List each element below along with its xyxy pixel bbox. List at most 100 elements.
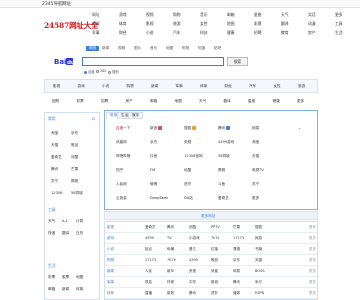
top-bar-url[interactable]: 2345导航 (42, 1, 62, 7)
nav-link[interactable]: 更多 (335, 12, 343, 18)
row-link[interactable]: ESPN (255, 291, 264, 295)
nav-link[interactable]: 小说 (146, 30, 154, 36)
row-link[interactable]: TV (167, 236, 172, 240)
sidebar-link[interactable]: 苏宁 (51, 179, 58, 184)
category-link[interactable]: 新闻 (151, 84, 158, 89)
category-link[interactable]: 彩票 (77, 99, 84, 104)
row-link[interactable]: 新华 (167, 269, 174, 274)
row-link[interactable]: 4399 (145, 236, 154, 240)
nav-link[interactable]: 旅游 (173, 21, 181, 27)
nav-link[interactable]: 汽车 (173, 30, 181, 36)
nav-link[interactable]: 房产 (308, 30, 316, 36)
row-link[interactable]: 凤凰 (211, 269, 218, 274)
row-link[interactable]: 晋江 (189, 247, 196, 252)
sidebar-link[interactable]: 爱奇艺 (51, 155, 62, 160)
nav-link[interactable]: 天气 (281, 12, 289, 18)
search-tab[interactable]: 地图 (166, 46, 173, 51)
row-link[interactable]: 直播 (145, 291, 152, 296)
nav-link[interactable]: 星座 (254, 12, 262, 18)
search-tab[interactable]: 视频 (118, 46, 125, 51)
row-more-link[interactable]: 更多 (309, 269, 316, 274)
row-link[interactable]: 铁血 (145, 280, 152, 285)
site-link[interactable]: 虎牙 (184, 182, 191, 187)
site-link[interactable]: 百度一下 (116, 126, 130, 131)
row-link[interactable]: 爱奇艺 (145, 225, 156, 230)
row-more-link[interactable]: 更多 (309, 291, 316, 296)
row-link[interactable]: 环球 (167, 280, 174, 285)
row-link[interactable]: 起点 (145, 247, 152, 252)
category-link[interactable]: 天气 (199, 99, 206, 104)
row-link[interactable]: 人民 (145, 269, 152, 274)
category-link[interactable]: 军事 (176, 84, 183, 89)
row-link[interactable]: 搜狐 (255, 225, 262, 230)
row-link[interactable]: PPTV (211, 225, 220, 229)
sidebar-link[interactable]: 优酷 (71, 155, 78, 160)
row-link[interactable]: 优酷 (189, 225, 196, 230)
top-bar-link[interactable]: 网址 (62, 1, 71, 7)
row-link[interactable]: 天猫 (255, 258, 262, 263)
site-link[interactable]: 搜狐 (184, 126, 197, 131)
sidebar-link[interactable]: 股票 (62, 275, 69, 280)
site-tab[interactable]: 娱乐 (128, 112, 144, 119)
row-link[interactable]: 4399 (189, 258, 198, 262)
sidebar-link[interactable]: 日历 (76, 231, 83, 236)
category-link[interactable]: 旅游 (298, 84, 305, 89)
category-link[interactable]: 翻译 (224, 99, 231, 104)
category-link[interactable]: 游戏 (78, 84, 85, 89)
row-link[interactable]: 7K7k (167, 258, 176, 262)
sidebar-link[interactable]: 翻译 (62, 231, 69, 236)
search-engine-radio[interactable]: 搜狗 (108, 69, 119, 74)
search-tab[interactable]: 购物 (182, 46, 189, 51)
search-tab[interactable]: 贴吧 (214, 46, 221, 51)
site-link[interactable]: 人民网 (116, 182, 127, 187)
row-link[interactable]: 米尔 (255, 280, 262, 285)
sidebar-link[interactable]: 新闻 (62, 287, 69, 292)
row-more-link[interactable]: 更多 (309, 225, 316, 230)
site-link[interactable]: 携程 (218, 168, 225, 173)
sidebar-link[interactable]: 体育 (76, 287, 83, 292)
site-link[interactable]: 网易 (252, 126, 259, 131)
site-link[interactable]: 斗鱼 (218, 182, 225, 187)
row-link[interactable]: 17173 (233, 236, 244, 240)
category-link[interactable]: 地图 (175, 99, 182, 104)
sidebar-link[interactable]: 快递 (48, 231, 55, 236)
sidebar-link[interactable]: 腾讯 (51, 167, 58, 172)
category-link[interactable]: 星座 (248, 99, 255, 104)
site-link[interactable]: 更多 (252, 196, 259, 201)
search-tab[interactable]: 新闻 (102, 46, 109, 51)
row-link[interactable]: 红袖 (211, 247, 218, 252)
row-more-link[interactable]: 更多 (309, 247, 316, 252)
row-link[interactable]: 新浪 (211, 280, 218, 285)
sidebar-link[interactable]: 58同城 (71, 191, 83, 196)
sidebar-link[interactable]: 芒果 (71, 167, 78, 172)
row-link[interactable]: BOSS (255, 269, 265, 273)
site-link[interactable]: 央视 (184, 140, 191, 145)
category-link[interactable]: 汽车 (249, 84, 256, 89)
site-link[interactable]: 哔哩哔哩 (116, 154, 130, 159)
row-link[interactable]: 潇湘 (233, 247, 240, 252)
nav-link[interactable]: 科技 (200, 30, 208, 36)
category-link[interactable]: 房产 (126, 99, 133, 104)
site-link[interactable]: 4399游戏 (218, 140, 234, 145)
site-link[interactable]: 天猫 (252, 154, 259, 159)
row-link[interactable]: 腾讯 (189, 291, 196, 296)
sidebar-link[interactable]: 天气 (48, 219, 55, 224)
site-logo[interactable]: 24587网址大全 (44, 20, 98, 31)
sidebar-link[interactable]: 天猫 (51, 143, 58, 148)
site-link[interactable]: 京东 (150, 140, 157, 145)
category-link[interactable]: 女性 (274, 84, 281, 89)
row-more-link[interactable]: 更多 (309, 236, 316, 241)
site-link[interactable]: 淘宝 (252, 140, 259, 145)
nav-link[interactable]: 工具 (335, 21, 343, 27)
nav-link[interactable]: 笑话 (308, 12, 316, 18)
category-link[interactable]: 团购 (52, 99, 59, 104)
row-link[interactable]: 腾讯 (167, 225, 174, 230)
nav-link[interactable]: 影视 (146, 21, 154, 27)
sidebar-link[interactable]: 邮箱 (48, 287, 55, 292)
site-link[interactable]: 苏宁 (252, 182, 259, 187)
nav-link[interactable]: 财经 (119, 30, 127, 36)
search-engine-radio[interactable]: 360 (96, 69, 106, 73)
row-link[interactable]: 唯品 (211, 258, 218, 263)
site-link[interactable]: 云旅游 (116, 196, 127, 201)
site-link[interactable]: 电视TV (252, 168, 264, 173)
